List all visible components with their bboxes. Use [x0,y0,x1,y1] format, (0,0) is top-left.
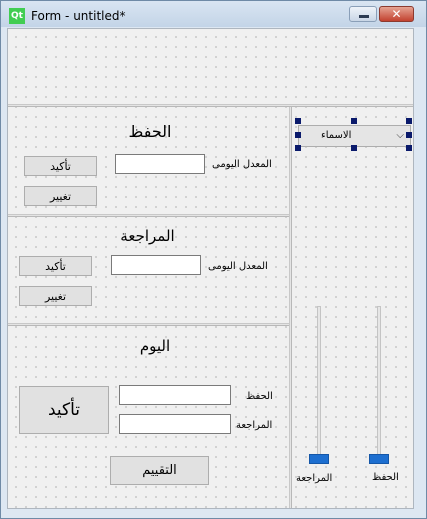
selection-handle[interactable] [295,132,301,138]
memorize-daily-rate-input[interactable] [115,154,205,174]
memorize-confirm-button[interactable]: تأكيد [24,156,97,176]
memorize-slider-handle[interactable] [369,454,389,464]
selection-handle[interactable] [351,118,357,124]
minimize-icon [359,15,369,18]
section-splitter-1[interactable] [8,214,289,217]
side-splitter[interactable] [289,107,292,508]
review-slider-label: المراجعة [296,473,333,484]
names-combobox[interactable]: الاسماء ⌵ [298,125,411,147]
today-memorize-input[interactable] [119,385,231,405]
memorize-slider-label: الحفظ [372,472,399,483]
section-splitter-2[interactable] [8,323,289,326]
today-confirm-button[interactable]: تأكيد [19,386,109,434]
today-section-title: اليوم [139,337,171,355]
review-daily-rate-input[interactable] [111,255,201,275]
selection-handle[interactable] [406,118,412,124]
review-slider-handle[interactable] [309,454,329,464]
names-combobox-text: الاسماء [321,130,352,141]
review-confirm-button[interactable]: تأكيد [19,256,92,276]
review-change-button[interactable]: تغيير [19,286,92,306]
window-title: Form - untitled* [31,9,126,23]
memorize-change-button[interactable]: تغيير [24,186,97,206]
top-splitter[interactable] [8,104,413,107]
minimize-button[interactable] [349,6,377,22]
review-section-title: المراجعة [120,227,175,245]
selection-handle[interactable] [406,132,412,138]
memorize-slider-track[interactable] [377,306,381,459]
review-slider-track[interactable] [317,306,321,459]
today-review-label: المراجعة [236,420,273,431]
selection-handle[interactable] [406,145,412,151]
chevron-down-icon: ⌵ [396,130,404,141]
memorize-daily-rate-label: المعدل اليومى [212,159,272,170]
evaluate-button[interactable]: التقييم [110,456,209,485]
selection-handle[interactable] [351,145,357,151]
close-button[interactable]: ✕ [379,6,414,22]
today-review-input[interactable] [119,414,231,434]
review-daily-rate-label: المعدل اليومى [208,261,268,272]
close-icon: ✕ [391,7,402,21]
selection-handle[interactable] [295,118,301,124]
qt-logo-icon: Qt [9,8,25,24]
memorize-section-title: الحفظ [128,122,172,141]
selection-handle[interactable] [295,145,301,151]
today-memorize-label: الحفظ [246,391,273,402]
